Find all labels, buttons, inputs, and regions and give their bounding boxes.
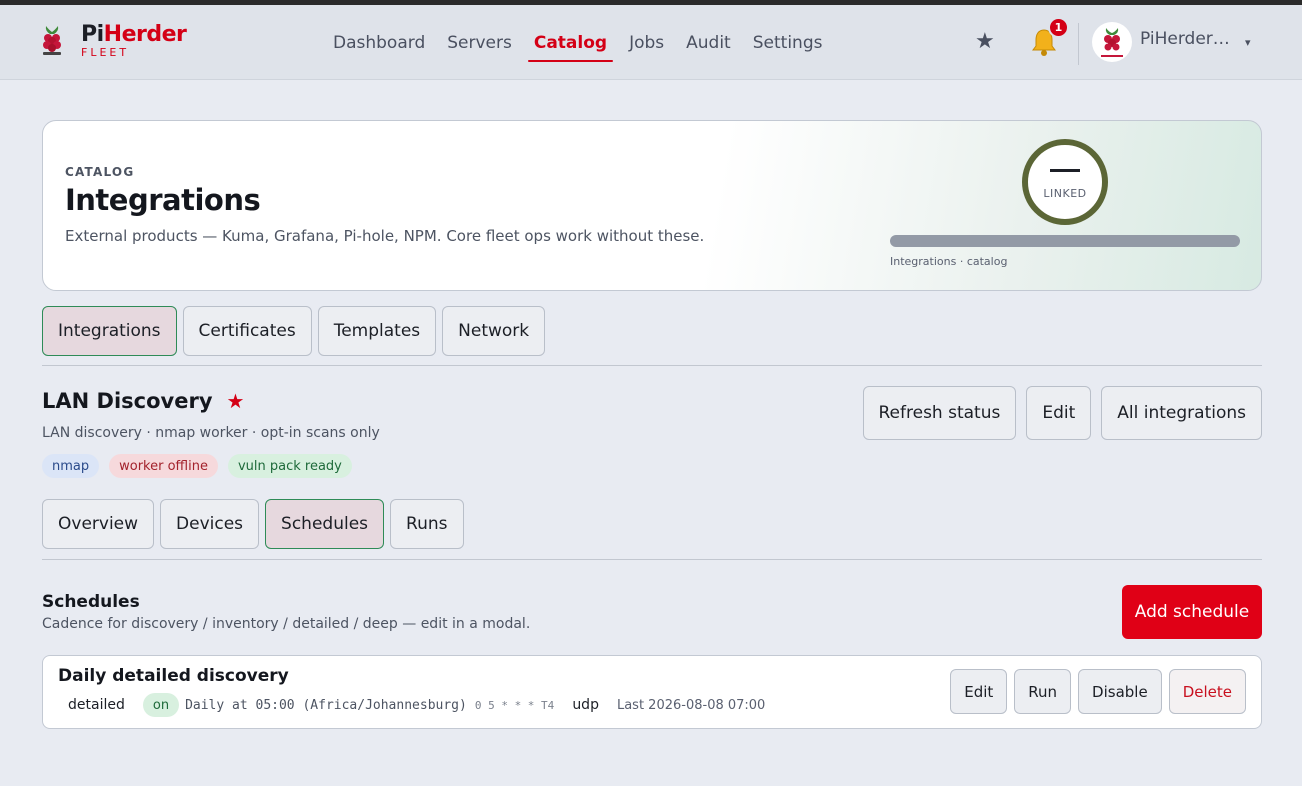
ring-label: LINKED [1043, 187, 1087, 200]
status-badge-nmap: nmap [42, 454, 100, 478]
integration-title-row: LAN Discovery ★ [42, 389, 244, 413]
nav-jobs[interactable]: Jobs [618, 5, 675, 80]
detail-tabs: Overview Devices Schedules Runs [42, 499, 464, 549]
schedules-subtitle: Cadence for discovery / inventory / deta… [42, 616, 531, 632]
schedule-protocol: udp [572, 697, 599, 713]
schedules-heading: Schedules [42, 592, 140, 612]
divider [42, 559, 1262, 560]
tab-devices[interactable]: Devices [160, 499, 260, 549]
tab-overview[interactable]: Overview [42, 499, 155, 549]
tab-runs[interactable]: Runs [390, 499, 464, 549]
nav-audit[interactable]: Audit [675, 5, 742, 80]
chevron-down-icon[interactable]: ▾ [1245, 36, 1251, 49]
header-divider [1078, 23, 1079, 65]
status-badge-vuln-pack: vuln pack ready [227, 454, 352, 478]
schedule-row: Daily detailed discovery detailed on Dai… [42, 655, 1262, 729]
favorite-star-icon[interactable]: ★ [227, 389, 245, 413]
hero-eyebrow: CATALOG [65, 165, 135, 179]
edit-integration-button[interactable]: Edit [1026, 386, 1092, 440]
tab-network[interactable]: Network [442, 306, 546, 356]
brand-logo[interactable]: PiHerder FLEET [40, 22, 187, 59]
all-integrations-button[interactable]: All integrations [1101, 386, 1262, 440]
schedule-kind: detailed [68, 697, 125, 713]
hero-description: External products — Kuma, Grafana, Pi-ho… [65, 227, 705, 245]
tab-templates[interactable]: Templates [317, 306, 437, 356]
main-nav: Dashboard Servers Catalog Jobs Audit Set… [322, 5, 833, 80]
tab-integrations[interactable]: Integrations [42, 306, 177, 356]
status-pills: nmap worker offline vuln pack ready [42, 454, 352, 478]
raspberry-logo-icon [43, 26, 61, 55]
schedule-name: Daily detailed discovery [58, 666, 289, 686]
run-schedule-button[interactable]: Run [1014, 669, 1072, 714]
notification-badge: 1 [1048, 17, 1069, 38]
page-title: Integrations [65, 183, 261, 217]
progress-bar [890, 235, 1240, 247]
refresh-status-button[interactable]: Refresh status [862, 386, 1017, 440]
brand-name: PiHerder [81, 22, 187, 47]
ring-dash [1050, 169, 1080, 172]
delete-schedule-button[interactable]: Delete [1168, 669, 1246, 714]
brand-wordmark: PiHerder FLEET [81, 22, 187, 59]
star-icon[interactable]: ★ [975, 29, 995, 54]
avatar-raspberry-icon [1100, 28, 1124, 59]
nav-catalog[interactable]: Catalog [523, 5, 618, 80]
schedule-status-badge: on [142, 693, 180, 717]
schedule-meta: detailed on Daily at 05:00 (Africa/Johan… [58, 692, 765, 718]
avatar[interactable] [1092, 22, 1132, 62]
linked-status-ring: LINKED [1022, 139, 1108, 225]
schedule-cron: 0 5 * * * T4 [474, 698, 555, 712]
tab-schedules[interactable]: Schedules [265, 499, 385, 549]
brand-name-pi: Pi [81, 22, 104, 47]
schedule-actions: Edit Run Disable Delete [950, 669, 1246, 714]
integration-subtitle: LAN discovery · nmap worker · opt-in sca… [42, 425, 380, 441]
user-menu-name[interactable]: PiHerder Admin [1140, 29, 1234, 49]
hero-card: CATALOG Integrations External products —… [42, 120, 1262, 291]
nav-dashboard[interactable]: Dashboard [322, 5, 436, 80]
nav-servers[interactable]: Servers [436, 5, 523, 80]
integration-title: LAN Discovery [42, 389, 213, 413]
schedule-cadence: Daily at 05:00 (Africa/Johannesburg) [185, 697, 467, 713]
progress-caption: Integrations · catalog [890, 255, 1008, 268]
tab-certificates[interactable]: Certificates [182, 306, 312, 356]
integration-actions: Refresh status Edit All integrations [862, 386, 1262, 440]
divider [42, 365, 1262, 366]
edit-schedule-button[interactable]: Edit [950, 669, 1008, 714]
catalog-tabs: Integrations Certificates Templates Netw… [42, 306, 546, 356]
add-schedule-button[interactable]: Add schedule [1122, 585, 1262, 639]
schedule-last-run: Last 2026-08-08 07:00 [616, 697, 766, 713]
disable-schedule-button[interactable]: Disable [1078, 669, 1162, 714]
brand-subtitle: FLEET [81, 46, 130, 59]
top-header: PiHerder FLEET Dashboard Servers Catalog… [0, 5, 1302, 80]
nav-settings[interactable]: Settings [742, 5, 834, 80]
status-badge-worker-offline: worker offline [109, 454, 218, 478]
brand-name-rest: Herder [103, 22, 187, 47]
